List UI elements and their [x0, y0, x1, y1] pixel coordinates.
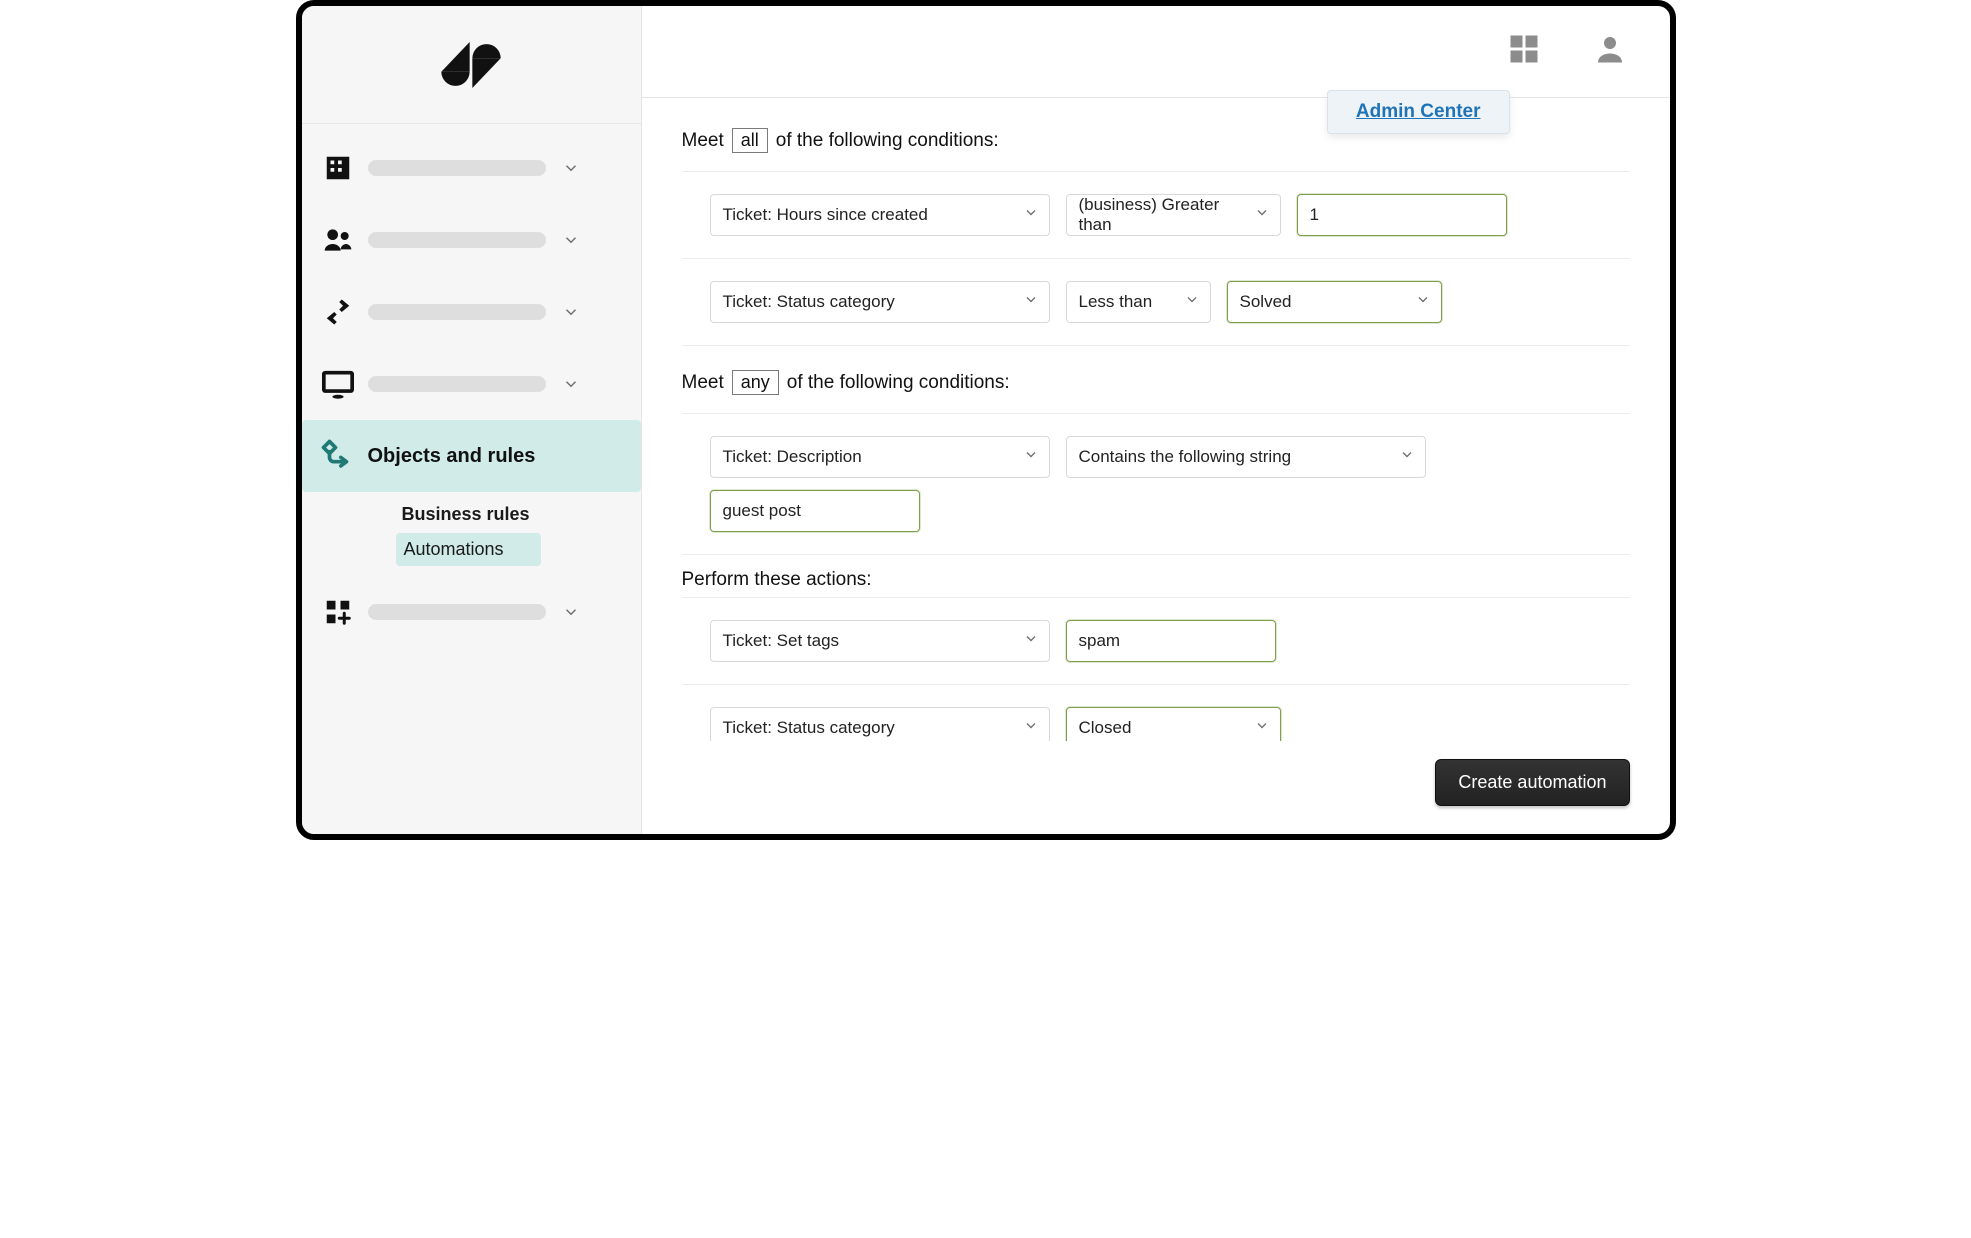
sidebar-placeholder — [368, 160, 546, 176]
select-value: Ticket: Description — [723, 447, 862, 467]
brand-logo — [302, 6, 641, 124]
people-icon — [314, 224, 362, 256]
app-frame: Objects and rules Business rules Automat… — [296, 0, 1676, 840]
sidebar-item-org[interactable] — [302, 132, 641, 204]
subnav-business-rules[interactable]: Business rules — [302, 496, 641, 533]
action-row-1: Ticket: Set tags — [682, 598, 1630, 684]
arrows-swap-icon — [314, 297, 362, 327]
sidebar-placeholder — [368, 376, 546, 392]
sidebar-placeholder — [368, 232, 546, 248]
chevron-down-icon — [1415, 292, 1431, 313]
chevron-down-icon — [1023, 718, 1039, 739]
create-automation-button[interactable]: Create automation — [1435, 759, 1629, 806]
action-row-2: Ticket: Status category Closed — [682, 685, 1630, 741]
condition-operator-select[interactable]: Contains the following string — [1066, 436, 1426, 478]
condition-operator-select[interactable]: (business) Greater than — [1066, 194, 1281, 236]
sidebar-item-workspaces[interactable] — [302, 348, 641, 420]
topbar — [642, 6, 1670, 98]
chevron-down-icon — [560, 229, 582, 251]
condition-any-row-1: Ticket: Description Contains the followi… — [682, 414, 1630, 554]
meet-any-label: Meet any of the following conditions: — [682, 370, 1630, 395]
condition-field-select[interactable]: Ticket: Description — [710, 436, 1050, 478]
action-field-select[interactable]: Ticket: Status category — [710, 707, 1050, 741]
sidebar-item-label: Objects and rules — [368, 445, 625, 468]
select-value: Ticket: Status category — [723, 718, 895, 738]
sidebar-subnav: Business rules Automations — [302, 492, 641, 576]
chevron-down-icon — [1023, 205, 1039, 226]
main-area: Admin Center Meet all of the following c… — [642, 6, 1670, 834]
chevron-down-icon — [560, 601, 582, 623]
chevron-down-icon — [560, 157, 582, 179]
all-badge: all — [732, 128, 768, 153]
actions-title: Perform these actions: — [682, 569, 1630, 591]
condition-all-row-2: Ticket: Status category Less than Solved — [682, 259, 1630, 345]
condition-field-select[interactable]: Ticket: Status category — [710, 281, 1050, 323]
any-badge: any — [732, 370, 779, 395]
chevron-down-icon — [1254, 205, 1270, 226]
text: of the following conditions: — [776, 130, 999, 152]
building-icon — [314, 153, 362, 183]
sidebar-item-objects-and-rules[interactable]: Objects and rules — [302, 420, 641, 492]
chevron-down-icon — [1023, 447, 1039, 468]
sidebar-placeholder — [368, 604, 546, 620]
chevron-down-icon — [1184, 292, 1200, 313]
sidebar-placeholder — [368, 304, 546, 320]
condition-value-input[interactable] — [1297, 194, 1507, 236]
select-value: Ticket: Status category — [723, 292, 895, 312]
text: Meet — [682, 130, 724, 152]
form-footer: Create automation — [642, 741, 1670, 834]
select-value: (business) Greater than — [1079, 195, 1244, 235]
sidebar-item-people[interactable] — [302, 204, 641, 276]
condition-value-input[interactable] — [710, 490, 920, 532]
sidebar-item-channels[interactable] — [302, 276, 641, 348]
condition-value-select[interactable]: Solved — [1227, 281, 1442, 323]
select-value: Solved — [1240, 292, 1292, 312]
flow-icon — [314, 439, 362, 473]
chevron-down-icon — [1023, 292, 1039, 313]
chevron-down-icon — [1254, 718, 1270, 739]
user-profile-icon[interactable] — [1592, 31, 1628, 72]
select-value: Less than — [1079, 292, 1153, 312]
admin-center-popover: Admin Center — [1327, 90, 1510, 134]
select-value: Closed — [1079, 718, 1132, 738]
text: of the following conditions: — [787, 372, 1010, 394]
chevron-down-icon — [560, 301, 582, 323]
text: Meet — [682, 372, 724, 394]
select-value: Contains the following string — [1079, 447, 1292, 467]
zendesk-logo-icon — [437, 38, 505, 92]
monitor-icon — [314, 367, 362, 401]
select-value: Ticket: Set tags — [723, 631, 840, 651]
chevron-down-icon — [1399, 447, 1415, 468]
automation-form: Meet all of the following conditions: Ti… — [642, 98, 1670, 741]
apps-plus-icon — [314, 597, 362, 627]
condition-all-row-1: Ticket: Hours since created (business) G… — [682, 172, 1630, 258]
sidebar-item-apps[interactable] — [302, 576, 641, 648]
admin-center-link[interactable]: Admin Center — [1356, 101, 1481, 122]
condition-field-select[interactable]: Ticket: Hours since created — [710, 194, 1050, 236]
apps-grid-icon[interactable] — [1506, 31, 1542, 72]
select-value: Ticket: Hours since created — [723, 205, 928, 225]
chevron-down-icon — [1023, 631, 1039, 652]
action-field-select[interactable]: Ticket: Set tags — [710, 620, 1050, 662]
action-value-select[interactable]: Closed — [1066, 707, 1281, 741]
action-value-input[interactable] — [1066, 620, 1276, 662]
sidebar: Objects and rules Business rules Automat… — [302, 6, 642, 834]
chevron-down-icon — [560, 373, 582, 395]
subnav-automations[interactable]: Automations — [396, 533, 541, 566]
condition-operator-select[interactable]: Less than — [1066, 281, 1211, 323]
sidebar-nav: Objects and rules Business rules Automat… — [302, 124, 641, 648]
